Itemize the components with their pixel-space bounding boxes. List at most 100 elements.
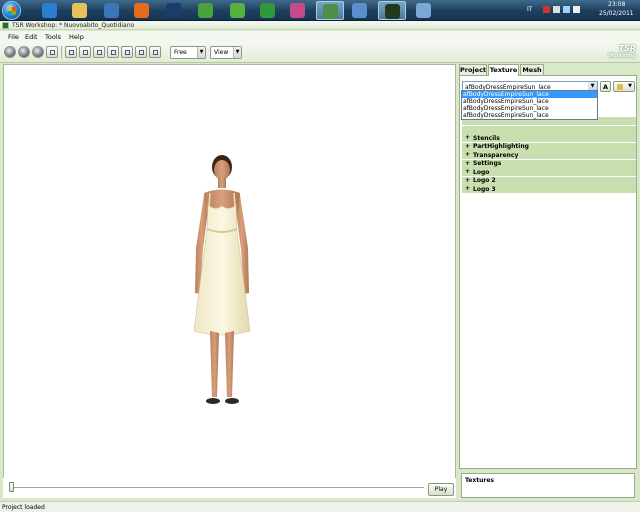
app-icon — [2, 22, 9, 29]
dress-model[interactable] — [182, 153, 262, 415]
puzzle-icon — [290, 3, 305, 18]
normals-button[interactable] — [46, 46, 58, 58]
chevron-down-icon: ▼ — [197, 47, 205, 58]
sims-green-icon — [260, 3, 275, 18]
tree-row-hidden — [462, 125, 636, 134]
grid-button[interactable] — [65, 46, 77, 58]
image-icon — [83, 50, 88, 55]
pen-button[interactable] — [149, 46, 161, 58]
timeline-slider-thumb[interactable] — [9, 482, 14, 492]
timeline-slider-track[interactable] — [9, 487, 424, 488]
language-indicator[interactable]: IT — [527, 6, 532, 13]
chevron-down-icon: ▼ — [233, 47, 241, 58]
menu-help[interactable]: Help — [69, 33, 84, 41]
tab-project[interactable]: Project — [459, 64, 487, 75]
camera-icon — [111, 50, 116, 55]
expand-icon[interactable]: + — [465, 185, 470, 192]
status-text: Project loaded — [2, 504, 45, 511]
tree-item-label: Settings — [473, 160, 502, 167]
paint-icon — [617, 84, 623, 90]
clock-time[interactable]: 23:08 — [608, 1, 625, 8]
taskbar-app-button[interactable] — [98, 1, 126, 20]
bones-button[interactable] — [121, 46, 133, 58]
status-bar: Project loaded — [0, 501, 640, 512]
taskbar-app-button[interactable] — [284, 1, 312, 20]
taskbar-app-button[interactable] — [378, 1, 406, 20]
animation-timeline: Play — [3, 478, 456, 498]
taskbar-app-button[interactable] — [66, 1, 94, 20]
taskbar-app-button[interactable] — [192, 1, 220, 20]
taskbar-app-button[interactable] — [316, 1, 344, 20]
tree-item-parthighlighting[interactable]: + PartHighlighting — [462, 142, 636, 151]
start-button[interactable] — [2, 1, 21, 20]
window-title: TSR Workshop: * Nuovoabito_Quotidiano — [12, 22, 135, 29]
taskbar-app-button[interactable] — [254, 1, 282, 20]
camera-button[interactable] — [107, 46, 119, 58]
expand-icon[interactable]: + — [465, 134, 470, 141]
3d-viewport[interactable] — [3, 64, 456, 498]
shading-button[interactable] — [4, 46, 16, 58]
expand-icon[interactable]: + — [465, 160, 470, 167]
taskbar-app-button[interactable] — [346, 1, 374, 20]
play-button[interactable]: Play — [428, 483, 454, 496]
taskbar-app-button[interactable] — [128, 1, 156, 20]
wireframe-button[interactable] — [18, 46, 30, 58]
dropdown-option[interactable]: afBodyDressEmpireSun_lace — [462, 98, 597, 105]
a-button[interactable]: A — [600, 81, 611, 92]
expand-icon[interactable]: + — [465, 143, 470, 150]
view-dropdown[interactable]: View ▼ — [210, 46, 242, 59]
tree-item-transparency[interactable]: + Transparency — [462, 151, 636, 159]
texture-tree: + Stencils + PartHighlighting + Transparenc… — [462, 117, 636, 194]
textures-label: Textures — [465, 477, 494, 484]
flag-icon[interactable] — [543, 6, 550, 13]
zoom-button[interactable] — [93, 46, 105, 58]
floor-button[interactable] — [135, 46, 147, 58]
menu-bar: File Edit Tools Help — [0, 31, 640, 42]
volume-icon[interactable] — [573, 6, 580, 13]
tree-item-logo[interactable]: + Logo — [462, 168, 636, 176]
taskbar-app-button[interactable] — [224, 1, 252, 20]
expand-icon[interactable]: + — [465, 177, 470, 184]
globe-icon — [352, 3, 367, 18]
sims-icon — [198, 3, 213, 18]
solid-button[interactable] — [32, 46, 44, 58]
tree-item-label: Logo 2 — [473, 177, 496, 184]
tab-texture[interactable]: Texture — [488, 64, 519, 76]
tree-item-label: PartHighlighting — [473, 143, 529, 150]
dropdown-option[interactable]: afBodyDressEmpireSun_lace — [462, 91, 597, 98]
menu-edit[interactable]: Edit — [25, 33, 38, 41]
windows-logo-icon — [8, 7, 16, 15]
dropdown-option[interactable]: afBodyDressEmpireSun_lace — [462, 112, 597, 119]
toolbar: Free ▼ View ▼ — [0, 42, 640, 63]
tree-item-logo-3[interactable]: + Logo 3 — [462, 185, 636, 193]
tree-item-label: Stencils — [473, 134, 500, 142]
taskbar-app-button[interactable] — [36, 1, 64, 20]
folder-icon — [72, 3, 87, 18]
camera-mode-dropdown[interactable]: Free ▼ — [170, 46, 206, 59]
background-button[interactable] — [79, 46, 91, 58]
workshop-icon — [385, 4, 400, 19]
network-tray-icon[interactable] — [563, 6, 570, 13]
taskbar-app-button[interactable] — [160, 1, 188, 20]
sims-icon — [230, 3, 245, 18]
clock-date[interactable]: 25/02/2011 — [599, 10, 634, 17]
tsr-workshop-logo: TSR Workshop — [604, 44, 636, 62]
floor-icon — [139, 50, 144, 55]
action-center-icon[interactable] — [553, 6, 560, 13]
camera-mode-value: Free — [174, 49, 187, 56]
diamond-icon — [50, 50, 55, 55]
expand-icon[interactable]: + — [465, 168, 470, 175]
menu-file[interactable]: File — [8, 33, 19, 41]
tree-item-settings[interactable]: + Settings — [462, 159, 636, 168]
tree-item-label: Transparency — [473, 151, 519, 159]
menu-tools[interactable]: Tools — [45, 33, 61, 41]
taskbar-app-button[interactable] — [410, 1, 438, 20]
window-title-bar[interactable]: TSR Workshop: * Nuovoabito_Quotidiano — [0, 21, 640, 30]
properties-panel: Project Texture Mesh afBodyDressEmpireSu… — [459, 64, 637, 498]
tree-item-stencils[interactable]: + Stencils — [462, 134, 636, 142]
dropdown-option[interactable]: afBodyDressEmpireSun_lace — [462, 105, 597, 112]
paint-button[interactable]: ▼ — [613, 81, 635, 92]
tree-item-logo-2[interactable]: + Logo 2 — [462, 176, 636, 185]
tab-mesh[interactable]: Mesh — [520, 64, 544, 75]
expand-icon[interactable]: + — [465, 151, 470, 158]
